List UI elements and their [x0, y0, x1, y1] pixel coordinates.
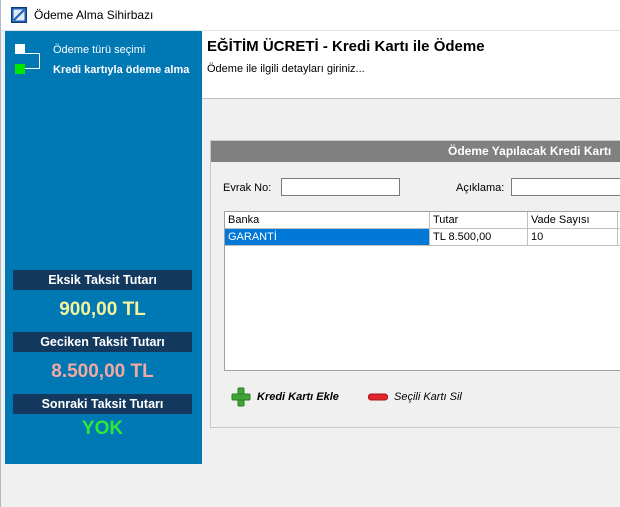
panel-title: Ödeme Yapılacak Kredi Kartı — [211, 141, 620, 162]
column-header-tutar[interactable]: Tutar — [430, 212, 528, 229]
minus-icon — [368, 393, 388, 401]
credit-card-panel: Ödeme Yapılacak Kredi Kartı Evrak No: Aç… — [210, 140, 620, 428]
page-header: EĞİTİM ÜCRETİ - Kredi Kartı ile Ödeme Öd… — [202, 31, 620, 99]
page-title: EĞİTİM ÜCRETİ - Kredi Kartı ile Ödeme — [207, 38, 485, 55]
missing-installment-value: 900,00 TL — [59, 299, 146, 320]
next-installment-value: YOK — [81, 418, 124, 439]
title-bar: Ödeme Alma Sihirbazı — [1, 0, 620, 31]
wizard-window: Ödeme Alma Sihirbazı Ödeme türü seçimi K… — [0, 0, 620, 507]
table-cell-tutar[interactable]: TL 8.500,00 — [430, 229, 528, 246]
step-indicator-active-icon — [15, 64, 25, 74]
plus-icon — [231, 387, 251, 407]
credit-card-grid[interactable]: Banka Tutar Vade Sayısı GARANTİ TL 8.500… — [224, 211, 620, 371]
step-label: Ödeme türü seçimi — [53, 44, 146, 56]
wizard-sidebar: Ödeme türü seçimi Kredi kartıyla ödeme a… — [5, 31, 202, 464]
step-label: Kredi kartıyla ödeme alma — [53, 64, 190, 76]
wizard-footer — [1, 464, 620, 507]
page-subtitle: Ödeme ile ilgili detayları giriniz... — [207, 63, 365, 75]
table-cell-banka[interactable]: GARANTİ — [225, 229, 430, 246]
table-cell-vade[interactable]: 10 — [528, 229, 618, 246]
evrak-no-label: Evrak No: — [223, 182, 272, 194]
overdue-installment-value: 8.500,00 TL — [51, 361, 154, 382]
delete-selected-card-button[interactable]: Seçili Kartı Sil — [368, 387, 488, 407]
delete-selected-card-label: Seçili Kartı Sil — [394, 391, 462, 403]
evrak-no-input[interactable] — [281, 178, 400, 196]
step-credit-card: Kredi kartıyla ödeme alma — [13, 62, 198, 78]
aciklama-label: Açıklama: — [456, 182, 505, 194]
overdue-installment-label: Geciken Taksit Tutarı — [13, 332, 192, 352]
column-header-banka[interactable]: Banka — [225, 212, 430, 229]
next-installment-label: Sonraki Taksit Tutarı — [13, 394, 192, 414]
app-icon — [11, 7, 27, 23]
window-title: Ödeme Alma Sihirbazı — [34, 8, 154, 22]
step-payment-type: Ödeme türü seçimi — [13, 42, 198, 58]
add-credit-card-button[interactable]: Kredi Kartı Ekle — [231, 387, 351, 407]
add-credit-card-label: Kredi Kartı Ekle — [257, 391, 339, 403]
aciklama-input[interactable] — [511, 178, 620, 196]
column-header-vade[interactable]: Vade Sayısı — [528, 212, 618, 229]
missing-installment-label: Eksik Taksit Tutarı — [13, 270, 192, 290]
